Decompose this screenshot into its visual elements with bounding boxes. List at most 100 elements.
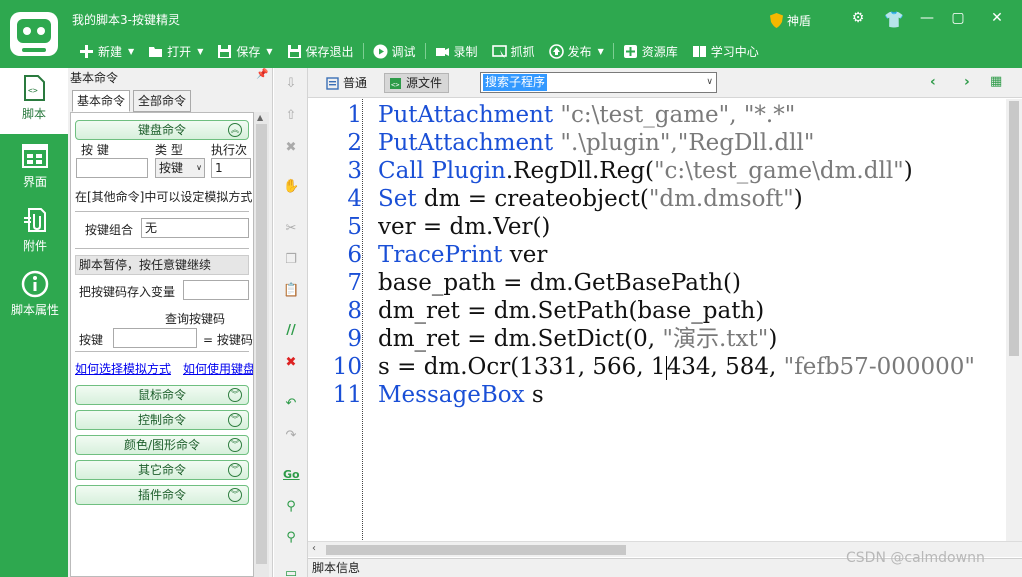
expand-chevron-icon[interactable]: ︾ — [228, 438, 242, 452]
how-use-keyboard-link[interactable]: 如何使用键盘 — [183, 360, 253, 377]
code-line[interactable]: PutAttachment "c:\test_game", "*.*" — [378, 101, 795, 129]
mouse-commands-group[interactable]: 鼠标命令 ︾ — [75, 385, 249, 405]
script-info-label: 脚本信息 — [312, 561, 361, 575]
code-string: ".\plugin","RegDll.dll" — [560, 130, 815, 156]
nav-script[interactable]: <> 脚本 — [0, 68, 68, 134]
scrollbar-thumb[interactable] — [326, 545, 626, 555]
group-label: 其它命令 — [137, 463, 186, 477]
copy-icon[interactable]: ❐ — [283, 252, 299, 268]
uncomment-icon[interactable]: ✖ — [283, 355, 299, 371]
maximize-button[interactable]: ▢ — [949, 10, 967, 26]
code-line[interactable]: dm_ret = dm.SetDict(0, "演示.txt") — [378, 325, 777, 353]
code-line[interactable]: ver = dm.Ver() — [378, 213, 550, 241]
how-choose-simulation-link[interactable]: 如何选择模拟方式 — [75, 360, 171, 377]
debug-button[interactable]: 调试 — [366, 40, 423, 62]
goto-icon[interactable]: Go — [283, 467, 300, 483]
new-button[interactable]: 新建 ▼ — [72, 40, 141, 62]
shendun-button[interactable]: 神盾 — [770, 12, 811, 29]
code-line[interactable]: s = dm.Ocr(1331, 566, 1434, 584, "fefb57… — [378, 353, 975, 381]
skin-icon[interactable]: 👕 — [884, 10, 904, 29]
left-navigation: <> 脚本 界面 附件 脚本属性 — [0, 68, 68, 577]
query-keycode-link[interactable]: 查询按键码 — [165, 310, 225, 327]
scroll-up-arrow-icon[interactable]: ▲ — [257, 113, 263, 122]
minimize-button[interactable]: — — [918, 10, 936, 26]
scrollbar-thumb[interactable] — [256, 124, 267, 564]
code-keyword: Set — [378, 186, 424, 212]
hand-icon[interactable]: ✋ — [283, 179, 299, 195]
code-area[interactable]: PutAttachment "c:\test_game", "*.*" PutAt… — [378, 99, 1008, 542]
nav-back-icon[interactable]: ‹ — [930, 74, 936, 90]
replace-binoculars-icon[interactable]: ⚲ — [283, 530, 299, 546]
nav-attachment[interactable]: 附件 — [4, 200, 66, 254]
close-button[interactable]: ✕ — [988, 10, 1006, 26]
other-commands-group[interactable]: 其它命令 ︾ — [75, 460, 249, 480]
key-input[interactable] — [76, 158, 148, 178]
nav-properties[interactable]: 脚本属性 — [4, 264, 66, 318]
tab-normal-view[interactable]: 普通 — [322, 73, 373, 93]
type-select[interactable]: 按键 ∨ — [155, 158, 205, 178]
redo-icon[interactable]: ↷ — [283, 428, 299, 444]
settings-gear-icon[interactable]: ⚙ — [849, 10, 867, 26]
nav-forward-icon[interactable]: › — [964, 74, 970, 90]
record-button[interactable]: 录制 — [428, 40, 485, 62]
chevron-down-icon[interactable]: ∨ — [706, 73, 713, 92]
pause-script-command[interactable]: 脚本暂停，按任意键继续 — [75, 255, 249, 275]
code-keyword: PutAttachment — [378, 102, 561, 128]
line-number: 2 — [347, 130, 362, 156]
nav-ui[interactable]: 界面 — [4, 136, 66, 190]
code-line[interactable]: TracePrint ver — [378, 241, 547, 269]
collapse-chevron-icon[interactable]: ︽ — [228, 123, 242, 137]
subroutine-search-combo[interactable]: 搜索子程序 ∨ — [480, 72, 717, 93]
query-key-input[interactable] — [113, 328, 197, 348]
capture-button[interactable]: 抓抓 — [485, 40, 542, 62]
pin-icon[interactable]: 📌 — [256, 69, 268, 80]
paste-icon[interactable]: 📋 — [283, 283, 299, 299]
cut-icon[interactable]: ✂ — [283, 221, 299, 237]
learning-center-button[interactable]: 学习中心 — [685, 40, 766, 62]
key-combo-input[interactable]: 无 — [141, 218, 249, 238]
save-button[interactable]: 保存 ▼ — [210, 40, 279, 62]
publish-button[interactable]: 发布 ▼ — [542, 40, 611, 62]
keycode-variable-input[interactable] — [183, 280, 249, 300]
scroll-left-arrow-icon[interactable]: ‹ — [312, 543, 316, 554]
layout-grid-icon[interactable]: ▦ — [990, 74, 1002, 89]
code-line[interactable]: Set dm = createobject("dm.dmsoft") — [378, 185, 803, 213]
code-line[interactable]: PutAttachment ".\plugin","RegDll.dll" — [378, 129, 814, 157]
code-line[interactable]: MessageBox s — [378, 381, 544, 409]
find-binoculars-icon[interactable]: ⚲ — [283, 499, 299, 515]
delete-icon[interactable]: ✖ — [283, 140, 299, 156]
exec-count-input[interactable]: 1 — [211, 158, 251, 178]
window-icon[interactable]: ▭ — [283, 566, 299, 577]
publish-icon — [548, 43, 564, 59]
expand-chevron-icon[interactable]: ︾ — [228, 463, 242, 477]
code-editor[interactable]: 1 2 3 4 5 6 7 8 9 10 11 PutAttachment "c:\test_gam… — [308, 99, 1022, 542]
open-button[interactable]: 打开 ▼ — [141, 40, 210, 62]
keyboard-commands-group[interactable]: 键盘命令 ︽ — [75, 120, 249, 140]
code-line[interactable]: Call Plugin.RegDll.Reg("c:\test_game\dm.… — [378, 157, 913, 185]
expand-chevron-icon[interactable]: ︾ — [228, 488, 242, 502]
tab-source-file[interactable]: <> 源文件 — [384, 73, 450, 93]
code-line[interactable]: base_path = dm.GetBasePath() — [378, 269, 741, 297]
tab-basic-commands[interactable]: 基本命令 — [72, 90, 131, 112]
plugin-commands-group[interactable]: 插件命令 ︾ — [75, 485, 249, 505]
move-up-icon[interactable]: ⇧ — [283, 108, 299, 124]
tab-all-commands[interactable]: 全部命令 — [133, 90, 192, 112]
color-image-commands-group[interactable]: 颜色/图形命令 ︾ — [75, 435, 249, 455]
title-toolbar-area: 我的脚本3-按键精灵 神盾 ⚙ 👕 — ▢ ✕ 新建 ▼ 打开 ▼ 保存 ▼ 保存退出… — [0, 0, 1022, 68]
control-commands-group[interactable]: 控制命令 ︾ — [75, 410, 249, 430]
comment-icon[interactable]: // — [283, 323, 299, 339]
expand-chevron-icon[interactable]: ︾ — [228, 388, 242, 402]
code-line[interactable]: dm_ret = dm.SetPath(base_path) — [378, 297, 764, 325]
editor-vertical-scrollbar[interactable] — [1006, 99, 1022, 542]
panel-scrollbar[interactable]: ▲ — [254, 112, 269, 577]
save-exit-button[interactable]: 保存退出 — [280, 40, 361, 62]
ui-grid-icon — [22, 144, 48, 168]
shield-icon — [770, 13, 783, 28]
resource-library-button[interactable]: 资源库 — [616, 40, 685, 62]
move-down-icon[interactable]: ⇩ — [283, 76, 299, 92]
undo-icon[interactable]: ↶ — [283, 396, 299, 412]
code-text: s = dm.Ocr(1331, 566, 1 — [378, 354, 666, 380]
scrollbar-thumb[interactable] — [1009, 101, 1019, 356]
expand-chevron-icon[interactable]: ︾ — [228, 413, 242, 427]
line-number: 3 — [347, 158, 362, 184]
